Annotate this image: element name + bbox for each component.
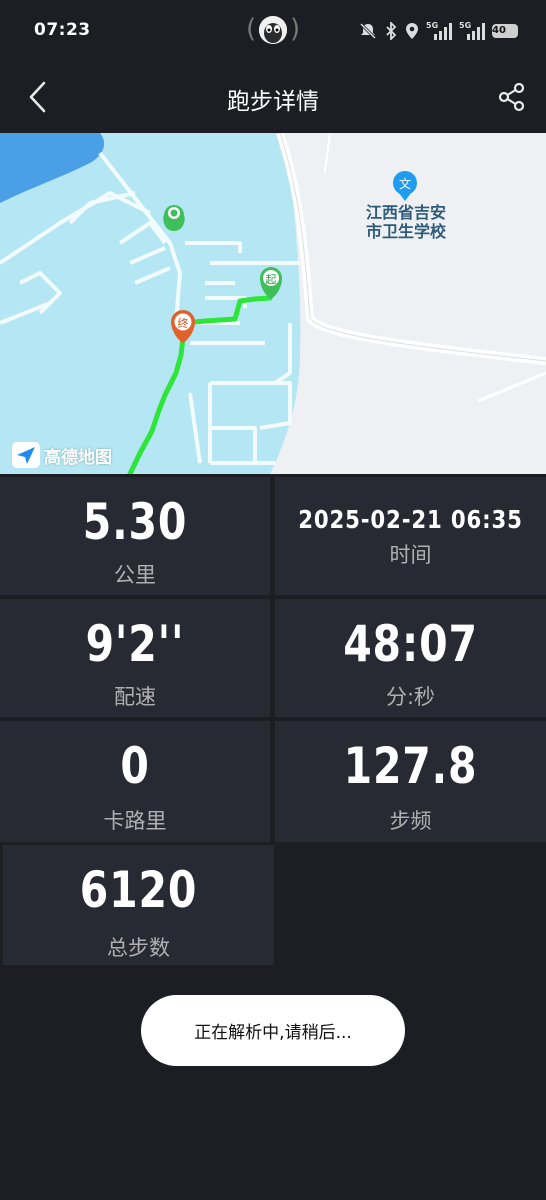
share-icon xyxy=(498,82,525,112)
stat-label: 时间 xyxy=(389,543,432,567)
poi-label[interactable]: 江西省吉安市卫生学校 xyxy=(360,203,452,241)
avatar xyxy=(259,16,287,44)
status-time: 07:23 xyxy=(34,20,91,40)
stat-total-steps: 6120 总步数 xyxy=(3,845,274,965)
status-icons: 5G 5G 40 xyxy=(359,20,518,42)
stat-label: 分:秒 xyxy=(385,685,436,709)
page-title: 跑步详情 xyxy=(227,89,319,115)
location-pin-icon xyxy=(163,205,185,231)
mute-icon xyxy=(359,22,377,40)
svg-text:终: 终 xyxy=(178,316,189,330)
map-provider-logo: 高德地图 xyxy=(12,442,112,468)
start-marker-icon: 起 xyxy=(260,267,282,299)
map-provider-text: 高德地图 xyxy=(44,447,112,468)
svg-text:起: 起 xyxy=(266,273,277,286)
end-marker-icon: 终 xyxy=(171,310,195,343)
stat-distance: 5.30 公里 xyxy=(0,477,270,595)
share-button[interactable] xyxy=(498,82,526,112)
stat-value: 6120 xyxy=(79,861,198,919)
signal-icon: 5G xyxy=(459,21,485,41)
stat-cadence: 127.8 步频 xyxy=(275,721,546,842)
stat-label: 步频 xyxy=(389,809,432,833)
status-avatar: ( ) xyxy=(246,14,301,44)
stat-label: 卡路里 xyxy=(103,809,167,833)
svg-text:5G: 5G xyxy=(426,21,438,30)
stat-label: 配速 xyxy=(114,685,156,709)
stat-duration: 48:07 分:秒 xyxy=(275,599,546,717)
stat-value: 9'2'' xyxy=(85,615,185,673)
map-canvas: 起 终 文 xyxy=(0,133,546,474)
stat-time: 2025-02-21 06:35 时间 xyxy=(275,477,546,595)
stat-value: 48:07 xyxy=(343,615,478,673)
route-map[interactable]: 起 终 文 xyxy=(0,133,546,474)
location-icon xyxy=(405,22,419,40)
loading-toast: 正在解析中,请稍后... xyxy=(141,995,405,1066)
stat-value: 5.30 xyxy=(82,493,188,551)
stat-label: 公里 xyxy=(114,563,156,587)
stat-value: 0 xyxy=(120,737,150,795)
stat-label: 总步数 xyxy=(107,936,170,960)
svg-text:5G: 5G xyxy=(459,21,471,30)
amap-logo-icon xyxy=(12,442,40,468)
app-bar: 跑步详情 xyxy=(0,62,546,132)
stat-calories: 0 卡路里 xyxy=(0,721,270,842)
status-bar: 07:23 ( ) 5G 5G 40 xyxy=(0,0,546,62)
bluetooth-icon xyxy=(384,22,398,40)
battery-icon: 40 xyxy=(492,24,518,38)
stat-value: 127.8 xyxy=(343,737,478,795)
stat-pace: 9'2'' 配速 xyxy=(0,599,270,717)
svg-text:文: 文 xyxy=(399,176,411,191)
stat-value: 2025-02-21 06:35 xyxy=(298,505,523,534)
signal-icon: 5G xyxy=(426,21,452,41)
